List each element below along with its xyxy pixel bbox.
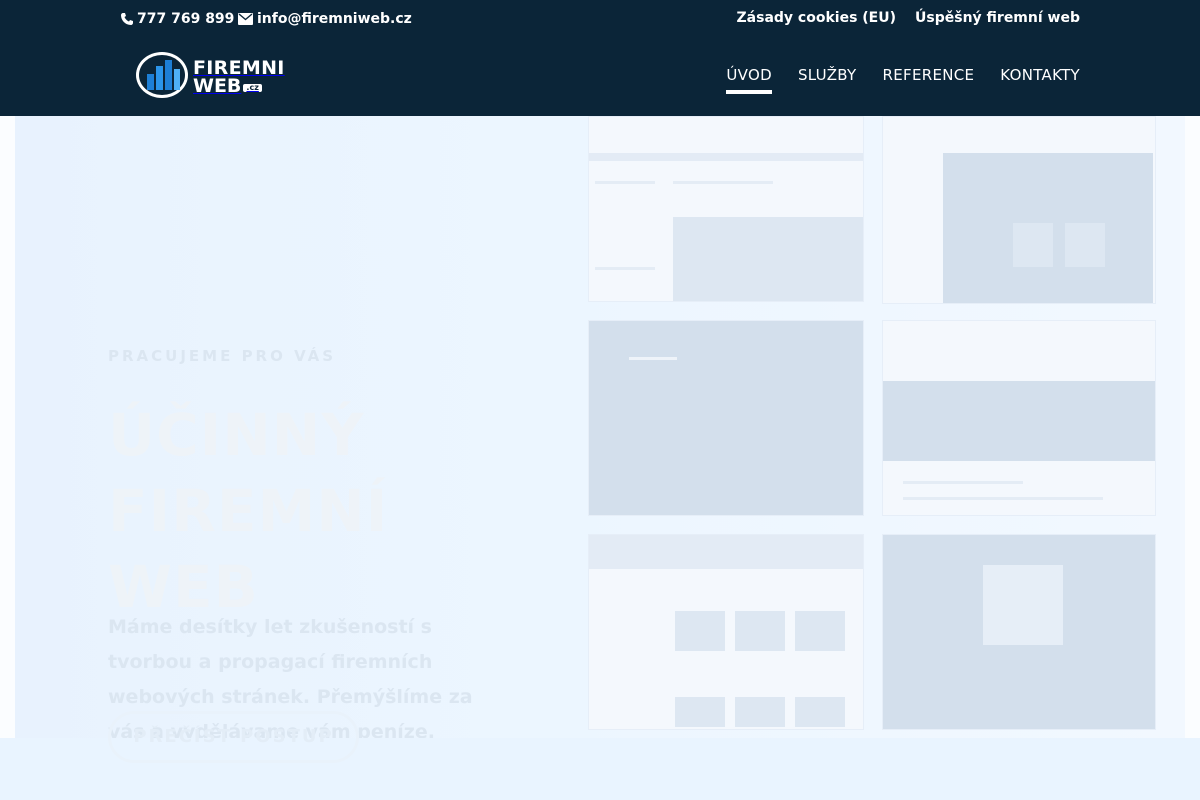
logo-line-2: WEB .cz [193, 75, 285, 97]
nav-item-sluzby[interactable]: SLUŽBY [798, 66, 857, 94]
phone-icon [120, 12, 134, 26]
portfolio-thumbnail [882, 116, 1156, 304]
successful-web-link[interactable]: Úspěšný firemní web [915, 10, 1080, 26]
logo-mark-icon [135, 50, 189, 104]
main-navigation: ÚVOD SLUŽBY REFERENCE KONTAKTY [726, 66, 1080, 94]
hero-eyebrow: PRACUJEME PRO VÁS [108, 347, 337, 365]
portfolio-thumbnail [588, 320, 864, 516]
hero-right-edge [1185, 116, 1200, 800]
hero-headline: ÚČINNÝ FIREMNÍ WEB [108, 397, 388, 625]
portfolio-thumbnail [588, 116, 864, 302]
secondary-menu: Zásady cookies (EU) Úspěšný firemní web [737, 10, 1080, 26]
portfolio-thumbnail [882, 320, 1156, 516]
logo-line-2-text: WEB [193, 75, 242, 97]
headline-line-2: FIREMNÍ [108, 477, 389, 545]
hero-left-edge [0, 116, 15, 800]
phone-number: 777 769 899 [137, 11, 235, 27]
logo-suffix: .cz [243, 84, 262, 93]
phone-link[interactable]: 777 769 899 [120, 11, 234, 27]
nav-item-kontakty[interactable]: KONTAKTY [1000, 66, 1080, 94]
hero-section: PRACUJEME PRO VÁS ÚČINNÝ FIREMNÍ WEB Mám… [0, 116, 1200, 800]
read-process-button[interactable]: PŘEČÍST POSTUP [108, 711, 359, 763]
top-bar: 777 769 899 info@firemniweb.cz Zásady co… [0, 0, 1200, 38]
mail-icon [238, 13, 253, 25]
site-logo[interactable]: FIREMNI WEB .cz [135, 50, 284, 104]
portfolio-screenshots [588, 116, 1160, 738]
nav-item-reference[interactable]: REFERENCE [883, 66, 975, 94]
portfolio-thumbnail [882, 534, 1156, 730]
email-link[interactable]: info@firemniweb.cz [238, 11, 412, 27]
headline-line-1: ÚČINNÝ [108, 401, 365, 469]
email-address: info@firemniweb.cz [257, 11, 412, 27]
portfolio-thumbnail [588, 534, 864, 730]
nav-item-uvod[interactable]: ÚVOD [726, 66, 772, 94]
cookies-policy-link[interactable]: Zásady cookies (EU) [737, 10, 896, 26]
site-header: 777 769 899 info@firemniweb.cz Zásady co… [0, 0, 1200, 116]
logo-wordmark: FIREMNI WEB .cz [193, 58, 285, 97]
